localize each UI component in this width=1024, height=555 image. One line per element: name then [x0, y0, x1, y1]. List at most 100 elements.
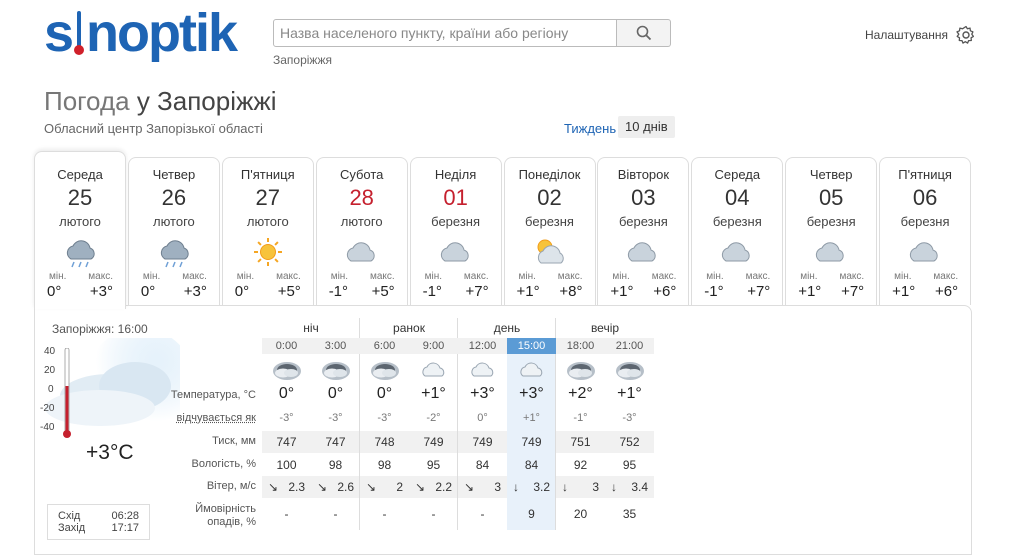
min-label: мін. — [706, 271, 723, 282]
day-name: Субота — [317, 167, 407, 182]
hour-feels-like: -3° — [262, 412, 311, 424]
max-temp: +6° — [935, 283, 958, 300]
day-name: Четвер — [786, 167, 876, 182]
day-tab[interactable]: Субота 28 лютого мін. макс. -1° +5° — [316, 157, 408, 305]
week-link[interactable]: Тиждень — [564, 121, 616, 136]
page-title: Погода у Запоріжжі — [44, 86, 277, 117]
day-number: 01 — [411, 186, 501, 210]
hour-label: 12:00 — [458, 338, 507, 354]
cloudy-icon — [317, 235, 407, 269]
min-temp: +1° — [798, 283, 821, 300]
day-tab[interactable]: Четвер 05 березня мін. макс. +1° +7° — [785, 157, 877, 305]
day-number: 06 — [880, 186, 970, 210]
day-tab[interactable]: Середа 25 лютого мін. макс. 0° +3° — [34, 151, 126, 309]
sunrise-label: Схід — [58, 510, 80, 522]
min-label: мін. — [237, 271, 254, 282]
day-number: 04 — [692, 186, 782, 210]
day-name: Неділя — [411, 167, 501, 182]
rain-snow-icon — [129, 235, 219, 269]
hour-label: 21:00 — [605, 338, 654, 354]
hour-humidity: 95 — [605, 458, 654, 472]
hour-label: 18:00 — [556, 338, 605, 354]
wind-speed: 2.2 — [435, 480, 452, 494]
day-month: березня — [598, 214, 688, 229]
min-label: мін. — [800, 271, 817, 282]
hour-feels-like: -3° — [360, 412, 409, 424]
day-month: березня — [411, 214, 501, 229]
overcast-icon — [409, 360, 458, 384]
hour-feels-like: -3° — [311, 412, 360, 424]
hour-label: 9:00 — [409, 338, 458, 354]
wind-direction-icon: ↘ — [464, 480, 474, 494]
max-label: макс. — [652, 271, 677, 282]
hour-humidity: 92 — [556, 458, 605, 472]
hour-pressure: 747 — [262, 435, 311, 449]
max-label: макс. — [839, 271, 864, 282]
day-month: березня — [786, 214, 876, 229]
pressure-row-label: Тиск, мм — [212, 435, 256, 447]
hour-precip: - — [409, 507, 458, 521]
hour-feels-like: -3° — [605, 412, 654, 424]
day-tab[interactable]: Неділя 01 березня мін. макс. -1° +7° — [410, 157, 502, 305]
max-label: макс. — [933, 271, 958, 282]
cloudy-icon — [598, 235, 688, 269]
thermometer-icon — [62, 348, 72, 440]
hour-wind: ↘ 2.3 — [262, 480, 311, 494]
sunrise-time: 06:28 — [111, 510, 139, 522]
day-month: лютого — [35, 214, 125, 229]
wind-direction-icon: ↓ — [562, 480, 568, 494]
hour-pressure: 747 — [311, 435, 360, 449]
hour-precip: 9 — [507, 507, 556, 521]
ten-days-tab[interactable]: 10 днів — [618, 116, 675, 138]
max-label: макс. — [370, 271, 395, 282]
day-name: Середа — [692, 167, 782, 182]
hour-pressure: 749 — [409, 435, 458, 449]
hour-temp: +2° — [556, 385, 605, 403]
sinoptik-logo[interactable]: s noptik — [44, 2, 236, 64]
night-cloud-icon — [360, 360, 409, 384]
hour-pressure: 749 — [507, 435, 556, 449]
sun-icon — [223, 235, 313, 269]
hour-label: 3:00 — [311, 338, 360, 354]
day-number: 05 — [786, 186, 876, 210]
hour-temp: 0° — [262, 385, 311, 403]
night-cloud-icon — [262, 360, 311, 384]
feels-like-row-label[interactable]: відчувається як — [177, 412, 256, 424]
hour-humidity: 95 — [409, 458, 458, 472]
last-city-link[interactable]: Запоріжжя — [273, 53, 332, 67]
day-tab[interactable]: Середа 04 березня мін. макс. -1° +7° — [691, 157, 783, 305]
wind-speed: 3.2 — [533, 480, 550, 494]
sunset-time: 17:17 — [111, 522, 139, 534]
cloudy-icon — [880, 235, 970, 269]
day-month: березня — [505, 214, 595, 229]
day-tab[interactable]: Четвер 26 лютого мін. макс. 0° +3° — [128, 157, 220, 305]
day-tab[interactable]: П'ятниця 06 березня мін. макс. +1° +6° — [879, 157, 971, 305]
day-name: П'ятниця — [223, 167, 313, 182]
hour-precip: - — [311, 507, 360, 521]
hour-wind: ↘ 3 — [458, 480, 507, 494]
day-tab[interactable]: П'ятниця 27 лютого мін. макс. 0° +5° — [222, 157, 314, 305]
max-temp: +3° — [184, 283, 207, 300]
day-tab[interactable]: Вівторок 03 березня мін. макс. +1° +6° — [597, 157, 689, 305]
min-temp: 0° — [47, 283, 61, 300]
hour-temp: +1° — [409, 385, 458, 403]
day-month: березня — [880, 214, 970, 229]
scale-label: 40 — [44, 346, 55, 357]
search-input[interactable] — [273, 19, 617, 47]
min-temp: 0° — [141, 283, 155, 300]
wind-direction-icon: ↓ — [611, 480, 617, 494]
day-name: Середа — [35, 167, 125, 182]
hour-wind: ↘ 2.6 — [311, 480, 360, 494]
settings-button[interactable]: Налаштування — [865, 25, 976, 45]
day-name: П'ятниця — [880, 167, 970, 182]
wind-speed: 2 — [396, 480, 403, 494]
day-tab[interactable]: Понеділок 02 березня мін. макс. +1° +8° — [504, 157, 596, 305]
search-button[interactable] — [617, 19, 671, 47]
gear-icon — [956, 25, 976, 45]
wind-speed: 3.4 — [631, 480, 648, 494]
page-subtitle: Обласний центр Запорізької області — [44, 121, 263, 136]
max-label: макс. — [276, 271, 301, 282]
wind-speed: 2.6 — [337, 480, 354, 494]
hour-precip: - — [458, 507, 507, 521]
night-cloud-icon — [311, 360, 360, 384]
